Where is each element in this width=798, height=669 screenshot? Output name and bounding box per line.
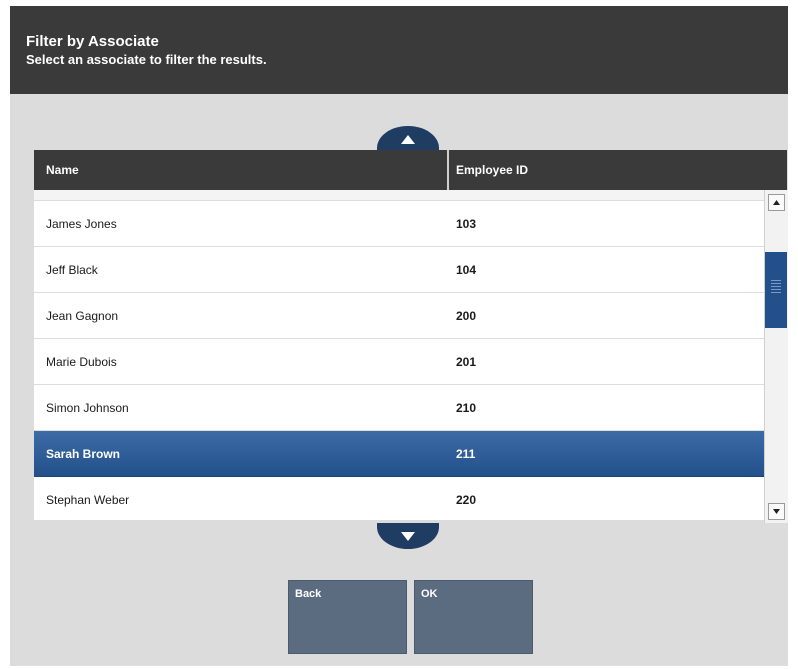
grip-line [771, 289, 781, 290]
cell-name: James Jones [46, 217, 117, 231]
column-header-name[interactable]: Name [46, 163, 79, 177]
scroll-down-button[interactable] [768, 503, 785, 520]
dialog-title: Filter by Associate [26, 33, 159, 50]
table-row[interactable]: Jean Gagnon 200 [34, 293, 764, 339]
cell-employee-id: 220 [456, 493, 477, 507]
scroll-down-arrow-icon [773, 509, 780, 514]
cell-name: Simon Johnson [46, 401, 129, 415]
associate-list: James Jones 103 Jeff Black 104 Jean Gagn… [34, 190, 764, 520]
cell-name: Sarah Brown [46, 447, 121, 461]
table-row[interactable]: Stephan Weber 220 [34, 477, 764, 520]
column-header-employee-id[interactable]: Employee ID [456, 163, 528, 177]
dialog-header: Filter by Associate Select an associate … [10, 6, 788, 94]
table-row[interactable]: James Jones 103 [34, 201, 764, 247]
dialog-subtitle: Select an associate to filter the result… [26, 52, 267, 67]
scrollbar-thumb[interactable] [765, 252, 787, 328]
cell-name: Stephan Weber [46, 493, 130, 507]
scroll-up-button[interactable] [768, 194, 785, 211]
back-button-label: Back [295, 588, 322, 600]
grip-line [771, 280, 781, 281]
table-row[interactable]: Marie Dubois 201 [34, 339, 764, 385]
cell-employee-id: 201 [456, 355, 477, 369]
grip-line [771, 286, 781, 287]
column-divider [447, 150, 449, 190]
cell-name: Jean Gagnon [46, 309, 119, 323]
table-row[interactable]: Jeff Black 104 [34, 247, 764, 293]
page-up-button[interactable] [377, 126, 439, 152]
table-header: Name Employee ID [34, 150, 787, 190]
ok-button-label: OK [421, 588, 438, 600]
cell-name: Jeff Black [46, 263, 98, 277]
vertical-scrollbar[interactable] [764, 190, 788, 523]
table-row[interactable]: Simon Johnson 210 [34, 385, 764, 431]
scroll-up-arrow-icon [773, 200, 780, 205]
partial-row [34, 190, 764, 201]
ok-button[interactable]: OK [414, 580, 533, 654]
triangle-up-icon [401, 134, 415, 144]
grip-line [771, 283, 781, 284]
back-button[interactable]: Back [288, 580, 407, 654]
cell-employee-id: 104 [456, 263, 477, 277]
cell-name: Marie Dubois [46, 355, 117, 369]
cell-employee-id: 210 [456, 401, 477, 415]
cell-employee-id: 200 [456, 309, 477, 323]
dialog-frame: Filter by Associate Select an associate … [10, 6, 788, 666]
table-row-selected[interactable]: Sarah Brown 211 [34, 431, 764, 477]
cell-employee-id: 103 [456, 217, 477, 231]
cell-employee-id: 211 [456, 447, 476, 461]
grip-line [771, 292, 781, 293]
page-down-button[interactable] [377, 523, 439, 549]
triangle-down-icon [401, 531, 415, 541]
